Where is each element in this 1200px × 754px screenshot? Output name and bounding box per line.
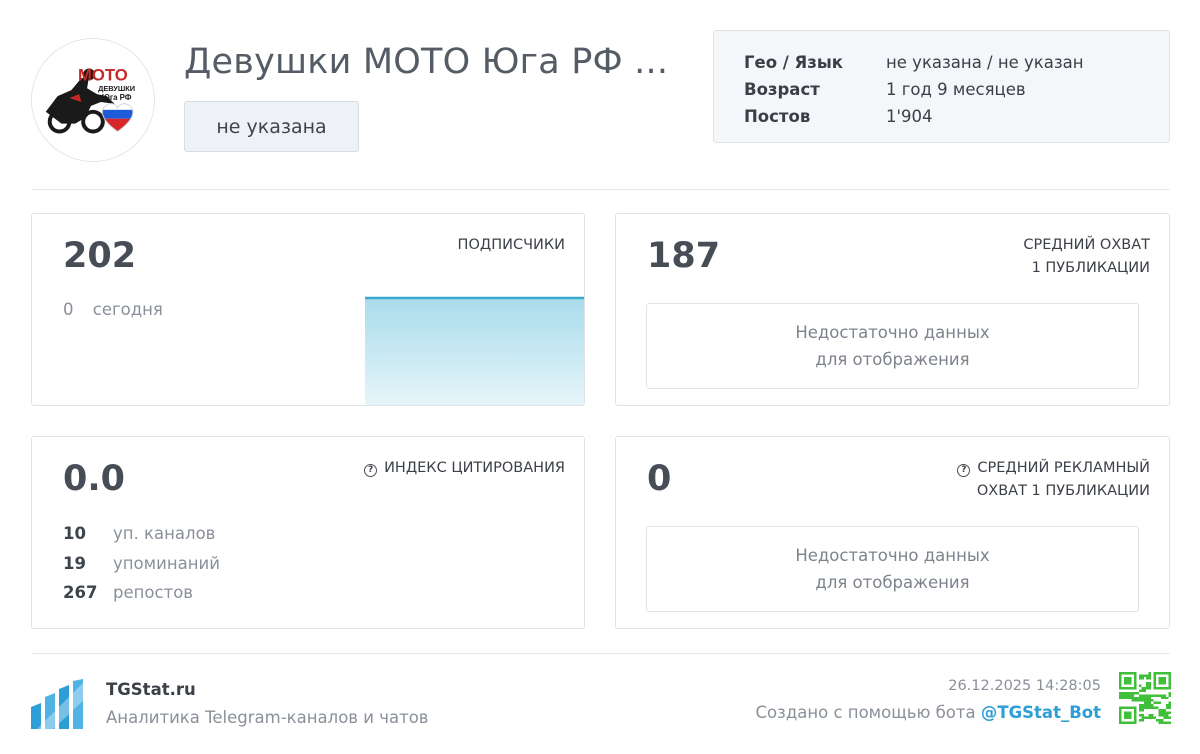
ad-reach-label: ? СРЕДНИЙ РЕКЛАМНЫЙ ОХВАТ 1 ПУБЛИКАЦИИ — [957, 457, 1150, 503]
reach-nodata: Недостаточно данных для отображения — [646, 303, 1139, 389]
info-key: Гео / Язык — [744, 53, 843, 72]
citation-stat-row: 19 упоминаний — [63, 549, 220, 579]
info-key: Возраст — [744, 80, 820, 99]
reach-label-line2: 1 ПУБЛИКАЦИИ — [1031, 260, 1150, 276]
generated-by-text: Создано с помощью бота — [755, 703, 976, 722]
subscribers-count: 202 — [63, 236, 137, 276]
citation-stats: 10 уп. каналов 19 упоминаний 267 репосто… — [63, 519, 220, 608]
nodata-line1: Недостаточно данных — [795, 323, 990, 342]
channel-avatar: МОТО ДЕВУШКИ Юга РФ — [31, 38, 155, 162]
ad-reach-nodata: Недостаточно данных для отображения — [646, 526, 1139, 612]
reach-value: 187 — [647, 236, 721, 276]
citation-card[interactable]: 0.0 ? ИНДЕКС ЦИТИРОВАНИЯ 10 уп. каналов 1… — [31, 436, 585, 629]
citation-label-text: ИНДЕКС ЦИТИРОВАНИЯ — [384, 460, 565, 476]
reach-label-line1: СРЕДНИЙ ОХВАТ — [1023, 237, 1150, 253]
nodata-line2: для отображения — [815, 573, 970, 592]
divider — [31, 653, 1170, 654]
stat-value: 10 — [63, 524, 86, 544]
stat-value: 267 — [63, 583, 98, 603]
subscribers-sparkline — [365, 296, 584, 405]
stat-label: репостов — [113, 583, 194, 603]
citation-index: 0.0 — [63, 459, 126, 499]
svg-text:МОТО: МОТО — [78, 65, 128, 84]
channel-logo: МОТО ДЕВУШКИ Юга РФ — [45, 65, 135, 134]
reach-card[interactable]: 187 СРЕДНИЙ ОХВАТ 1 ПУБЛИКАЦИИ Недостато… — [615, 213, 1170, 406]
info-value: 1 год 9 месяцев — [886, 80, 1026, 99]
ad-reach-value: 0 — [647, 459, 672, 499]
generated-date: 26.12.2025 14:28:05 — [948, 678, 1101, 694]
nodata-line2: для отображения — [815, 350, 970, 369]
bot-link[interactable]: @TGStat_Bot — [981, 703, 1101, 722]
divider — [31, 189, 1170, 190]
generated-by: Создано с помощью бота @TGStat_Bot — [755, 703, 1101, 722]
citation-stat-row: 267 репостов — [63, 578, 220, 608]
reach-label: СРЕДНИЙ ОХВАТ 1 ПУБЛИКАЦИИ — [1023, 234, 1150, 280]
info-row-age: Возраст 1 год 9 месяцев — [744, 76, 1169, 103]
citation-stat-row: 10 уп. каналов — [63, 519, 220, 549]
ad-reach-label-line1: СРЕДНИЙ РЕКЛАМНЫЙ — [977, 460, 1150, 476]
sparkline-area — [365, 298, 584, 405]
info-row-posts: Постов 1'904 — [744, 103, 1169, 130]
info-row-geo: Гео / Язык не указана / не указан — [744, 49, 1169, 76]
stat-label: уп. каналов — [113, 524, 216, 544]
svg-text:ДЕВУШКИ: ДЕВУШКИ — [98, 84, 135, 93]
stat-value: 19 — [63, 553, 86, 573]
info-key: Постов — [744, 107, 811, 126]
tgstat-logo-icon[interactable] — [31, 679, 83, 729]
ad-reach-card[interactable]: 0 ? СРЕДНИЙ РЕКЛАМНЫЙ ОХВАТ 1 ПУБЛИКАЦИИ … — [615, 436, 1170, 629]
today-value: 0 — [63, 300, 74, 319]
subscribers-today: 0 сегодня — [63, 300, 163, 319]
help-circle-icon[interactable]: ? — [364, 464, 378, 477]
brand-name[interactable]: TGStat.ru — [106, 680, 196, 699]
info-value: не указана / не указан — [886, 53, 1084, 72]
ad-reach-label-line2: ОХВАТ 1 ПУБЛИКАЦИИ — [976, 483, 1150, 499]
channel-title: Девушки МОТО Юга РФ ... — [184, 42, 669, 82]
brand-tagline: Аналитика Telegram-каналов и чатов — [106, 708, 429, 727]
stat-label: упоминаний — [113, 553, 220, 573]
qr-code-icon[interactable] — [1119, 672, 1171, 724]
citation-label: ? ИНДЕКС ЦИТИРОВАНИЯ — [364, 457, 565, 480]
info-value: 1'904 — [886, 107, 933, 126]
subscribers-label: ПОДПИСЧИКИ — [457, 237, 565, 253]
channel-info-box: Гео / Язык не указана / не указан Возрас… — [713, 30, 1170, 143]
today-label: сегодня — [92, 300, 163, 319]
nodata-line1: Недостаточно данных — [795, 546, 990, 565]
help-circle-icon[interactable]: ? — [957, 464, 971, 477]
category-badge[interactable]: не указана — [184, 101, 359, 152]
svg-text:Юга РФ: Юга РФ — [102, 93, 132, 102]
subscribers-card[interactable]: 202 ПОДПИСЧИКИ 0 сегодня — [31, 213, 585, 406]
